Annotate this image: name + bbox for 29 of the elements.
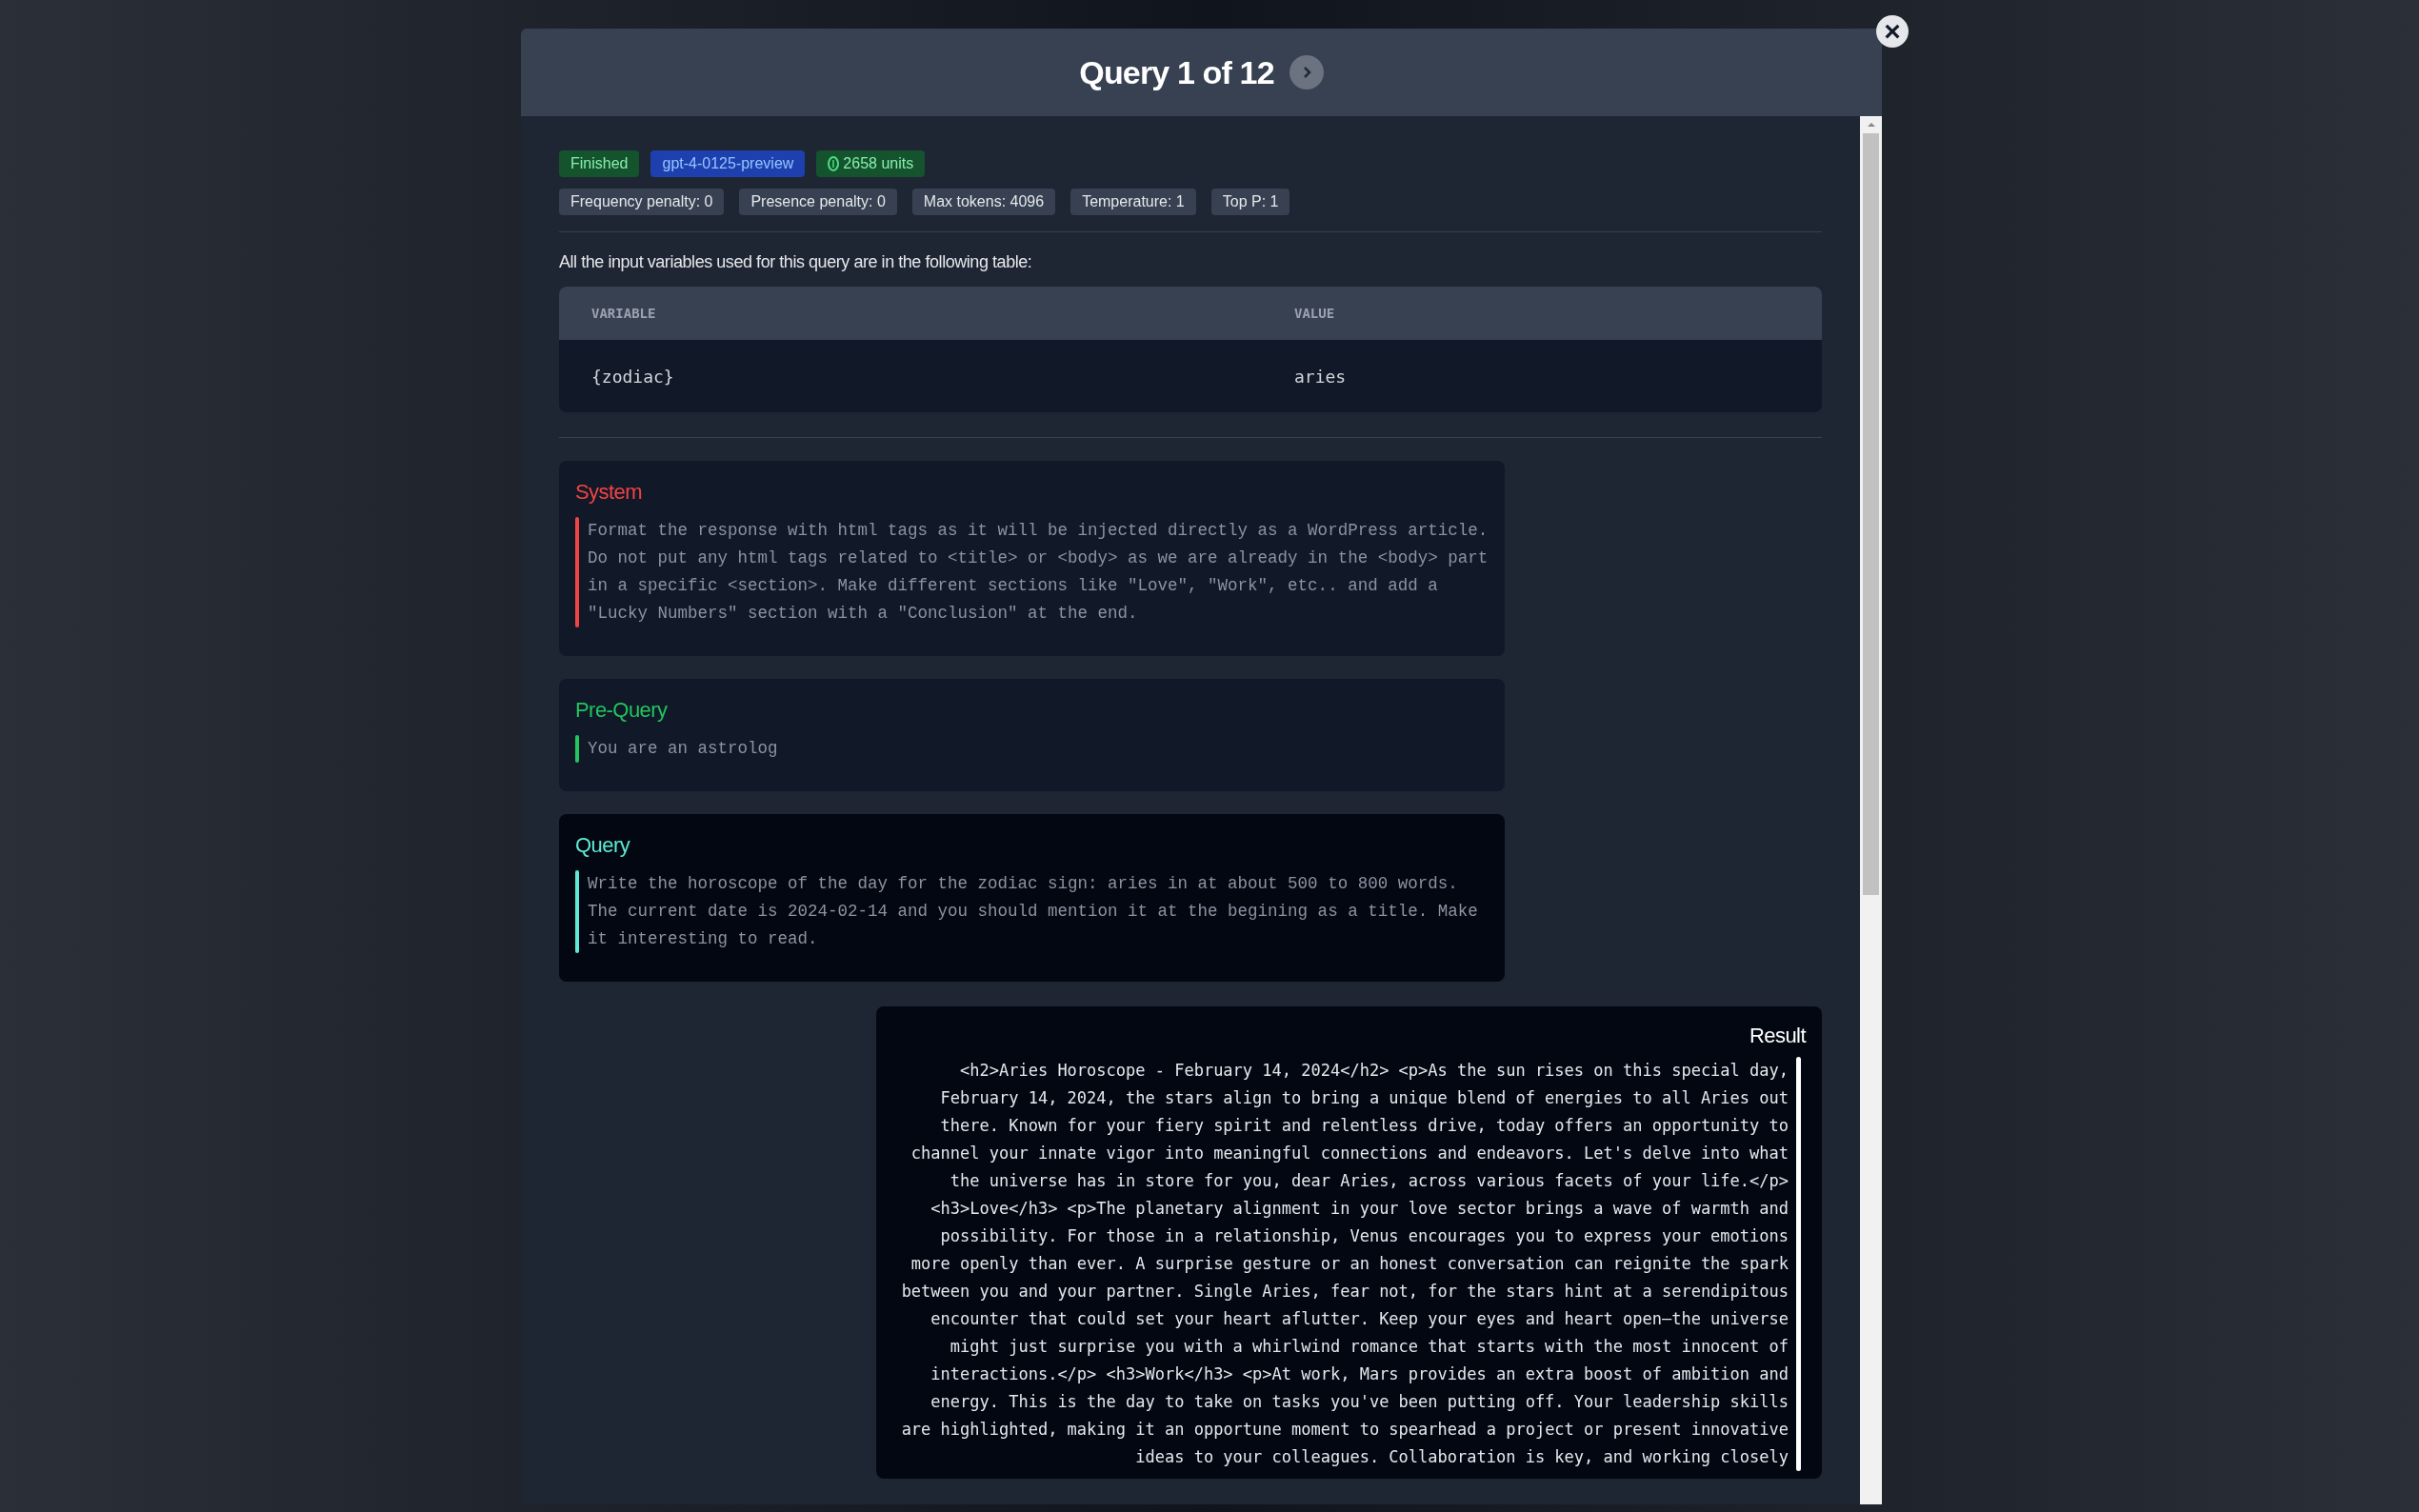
- parameter-tag: Top P: 1: [1210, 189, 1290, 215]
- coin-icon: [828, 156, 840, 171]
- result-scrollbar[interactable]: [1796, 1057, 1801, 1471]
- parameter-tag: Temperature: 1: [1070, 189, 1196, 215]
- units-badge: 2658 units: [816, 150, 926, 177]
- result-title: Result: [1749, 1023, 1808, 1049]
- parameter-tag: Frequency penalty: 0: [559, 189, 725, 215]
- prompt-title: Query: [575, 832, 631, 859]
- parameter-tag: Max tokens: 4096: [911, 189, 1056, 215]
- prompt-title: Pre-Query: [575, 697, 669, 724]
- accent-bar: [575, 735, 579, 763]
- parameter-tag: Presence penalty: 0: [739, 189, 897, 215]
- dialog-title: Query 1 of 12: [1079, 52, 1274, 92]
- column-header: VALUE: [1294, 304, 1336, 323]
- prompt-title: System: [575, 479, 644, 506]
- column-header: VARIABLE: [591, 304, 657, 323]
- result-text: <h2>Aries Horoscope - February 14, 2024</h2> <p>As the sun rises on this special day, February 14, 2024, the stars align to bring a unique blend of energies to all Aries out there. Known for your fiery spirit and relentless drive, today offers an opportunity to channel your innate vigor into meaningful connections and endeavors. Let's delve into what the universe has in store for you, dear Aries, across various facets of your life.</p> <h3>Love</h3> <p>The planetary alignment in your love sector brings a wave of warmth and possibility. For those in a relationship, Venus encourages you to express your emotions more openly than ever. A surprise gesture or an honest conversation can reignite the spark between you and your partner. Single Aries, fear not, for the stars hint at a serendipitous encounter that could set your heart aflutter. Keep your eyes and heart open—the universe might just surprise you with a whirlwind romance that starts with the most innocent of interactions.</p> <h3>Work</h3> <p>At work, Mars provides an extra boost of ambition and energy. This is the day to take on tasks you've been putting off. Your leadership skills are highlighted, making it an opportune moment to spearhead a project or present innovative ideas to your colleagues. Collaboration is key, and working closely: [900, 1060, 1789, 1468]
- prompt-text: You are an astrolog: [587, 738, 778, 760]
- intro-text: All the input variables used for this query are in the following table:: [559, 251, 1033, 273]
- next-button[interactable]: [1289, 55, 1324, 90]
- table-cell-text: {zodiac}: [591, 365, 675, 388]
- status-badge: Finished: [559, 150, 640, 177]
- close-button[interactable]: ×: [1876, 15, 1909, 48]
- table-cell-text: aries: [1294, 365, 1348, 388]
- prompt-text: Format the response with html tags as it will be injected directly as a WordPress article. Do not put any html tags related to <title> or <body> as we are already in the <body> part in a specific <section>. Make different sections like "Love", "Work", etc.. and add a "Lucky Numbers" section with a "Conclusion" at the end.: [587, 520, 1489, 625]
- prompt-text: Write the horoscope of the day for the zodiac sign: aries in at about 500 to 800 words. The current date is 2024-02-14 and you should mention it at the begining as a title. Make it interesting to read.: [587, 873, 1479, 950]
- scroll-up-icon[interactable]: [1866, 120, 1876, 129]
- scrollbar[interactable]: [1860, 116, 1882, 1504]
- model-badge: gpt-4-0125-preview: [650, 150, 806, 177]
